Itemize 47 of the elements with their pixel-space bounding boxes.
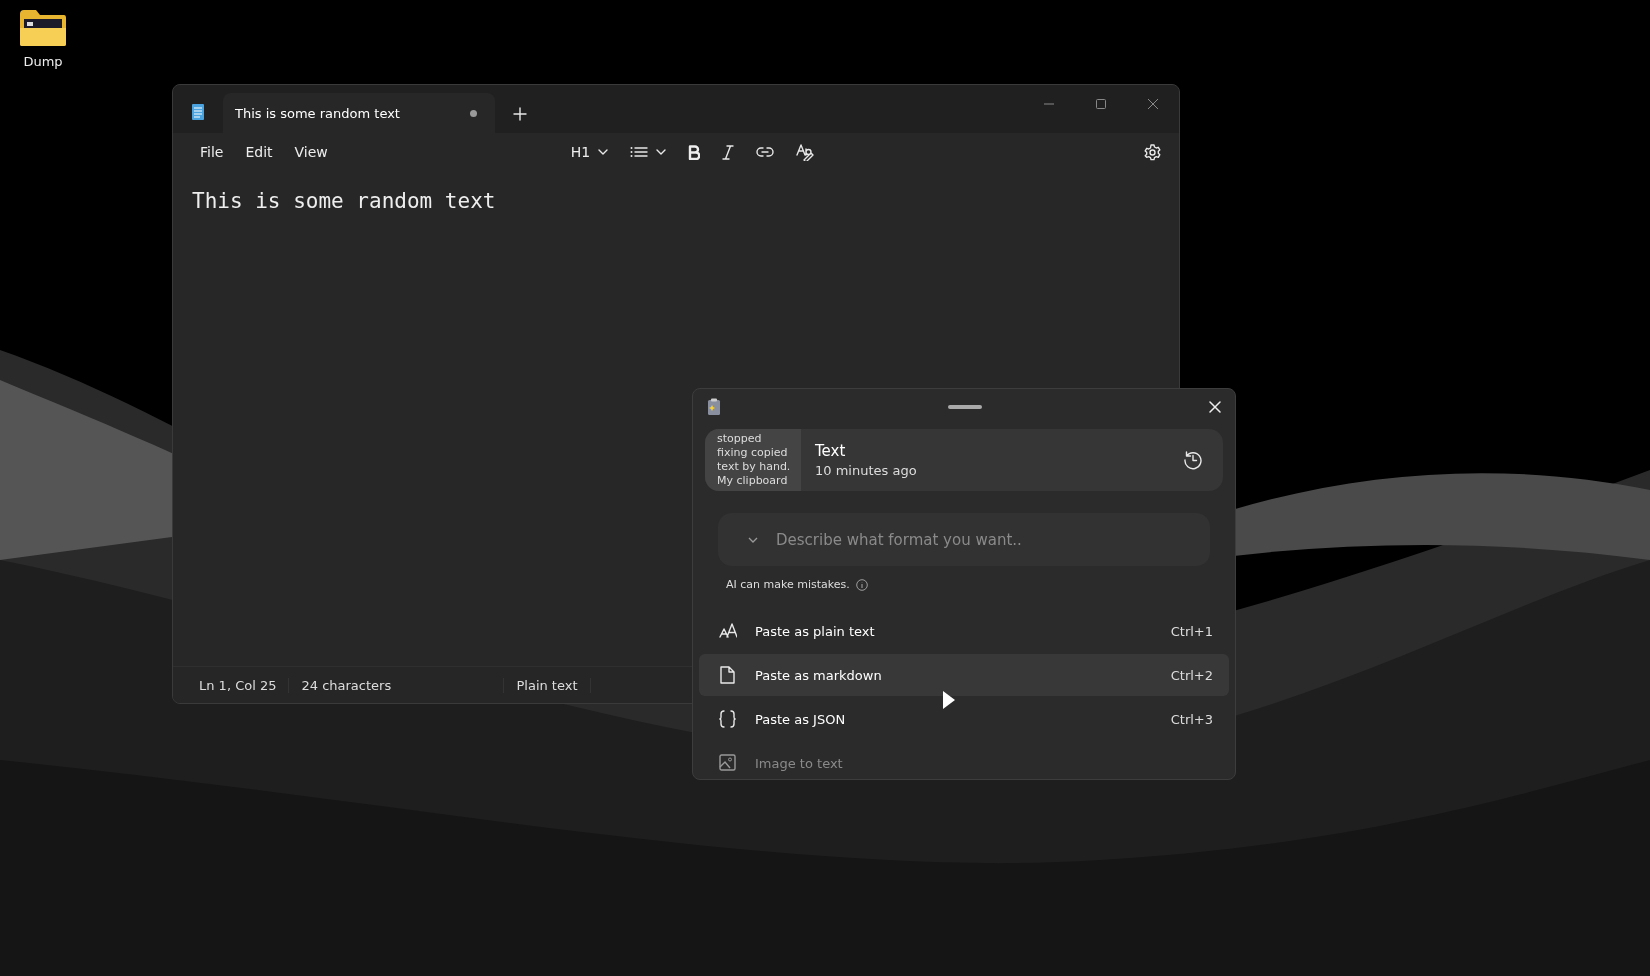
heading-dropdown[interactable]: H1 — [570, 144, 609, 160]
menu-item[interactable]: Edit — [234, 140, 284, 164]
settings-icon[interactable] — [1144, 143, 1161, 161]
preview-line: My clipboard — [717, 474, 789, 488]
braces-icon — [719, 710, 737, 728]
preview-line: fixing copied — [717, 446, 789, 460]
text-format: Plain text — [504, 677, 591, 693]
drag-handle[interactable] — [948, 405, 982, 409]
paste-option[interactable]: Paste as plain text Ctrl+1 — [699, 610, 1229, 652]
bold-icon[interactable] — [688, 144, 701, 160]
menu-item[interactable]: File — [189, 140, 235, 164]
folder-label[interactable]: Dump — [23, 54, 63, 69]
chevron-down-icon — [598, 149, 609, 155]
plus-icon[interactable] — [513, 107, 527, 121]
list-dropdown[interactable] — [630, 146, 667, 158]
chevron-down-icon[interactable] — [748, 537, 758, 543]
paste-option[interactable]: Paste as markdown Ctrl+2 — [699, 654, 1229, 696]
mouse-pointer-icon — [942, 690, 956, 710]
maximize-icon[interactable] — [1095, 98, 1107, 110]
info-icon[interactable] — [855, 578, 868, 591]
document-tab[interactable]: This is some random text — [223, 93, 495, 133]
chevron-down-icon — [656, 149, 667, 155]
clipboard-item[interactable]: stopped fixing copied text by hand. My clipboard Text 10 minutes ago — [705, 429, 1223, 491]
shortcut-text: Ctrl+2 — [1170, 667, 1213, 683]
format-prompt-field[interactable]: Describe what format you want.. — [718, 513, 1210, 566]
character-count: 24 characters — [289, 677, 505, 693]
preview-line: text by hand. — [717, 460, 792, 474]
text-size-icon — [719, 622, 737, 640]
preview-line: stopped — [717, 432, 763, 446]
menu-item[interactable]: View — [283, 140, 339, 164]
cursor-position: Ln 1, Col 25 — [187, 677, 290, 693]
italic-icon[interactable] — [722, 144, 735, 160]
clipboard-sparkle-icon — [707, 398, 721, 416]
spellcheck-icon[interactable] — [796, 143, 815, 161]
disclaimer-text: AI can make mistakes. — [726, 578, 850, 591]
shortcut-text: Ctrl+1 — [1170, 623, 1213, 639]
clip-type: Text — [815, 442, 847, 460]
list-icon — [630, 146, 649, 158]
history-icon[interactable] — [1183, 450, 1203, 470]
shortcut-text: Ctrl+3 — [1170, 711, 1213, 727]
link-icon[interactable] — [756, 147, 775, 157]
folder-icon[interactable] — [18, 8, 68, 48]
paste-option[interactable]: Paste as JSON Ctrl+3 — [699, 698, 1229, 740]
notepad-icon — [191, 103, 205, 121]
document-icon — [719, 666, 737, 684]
clip-time: 10 minutes ago — [815, 463, 918, 478]
image-icon — [719, 754, 737, 772]
